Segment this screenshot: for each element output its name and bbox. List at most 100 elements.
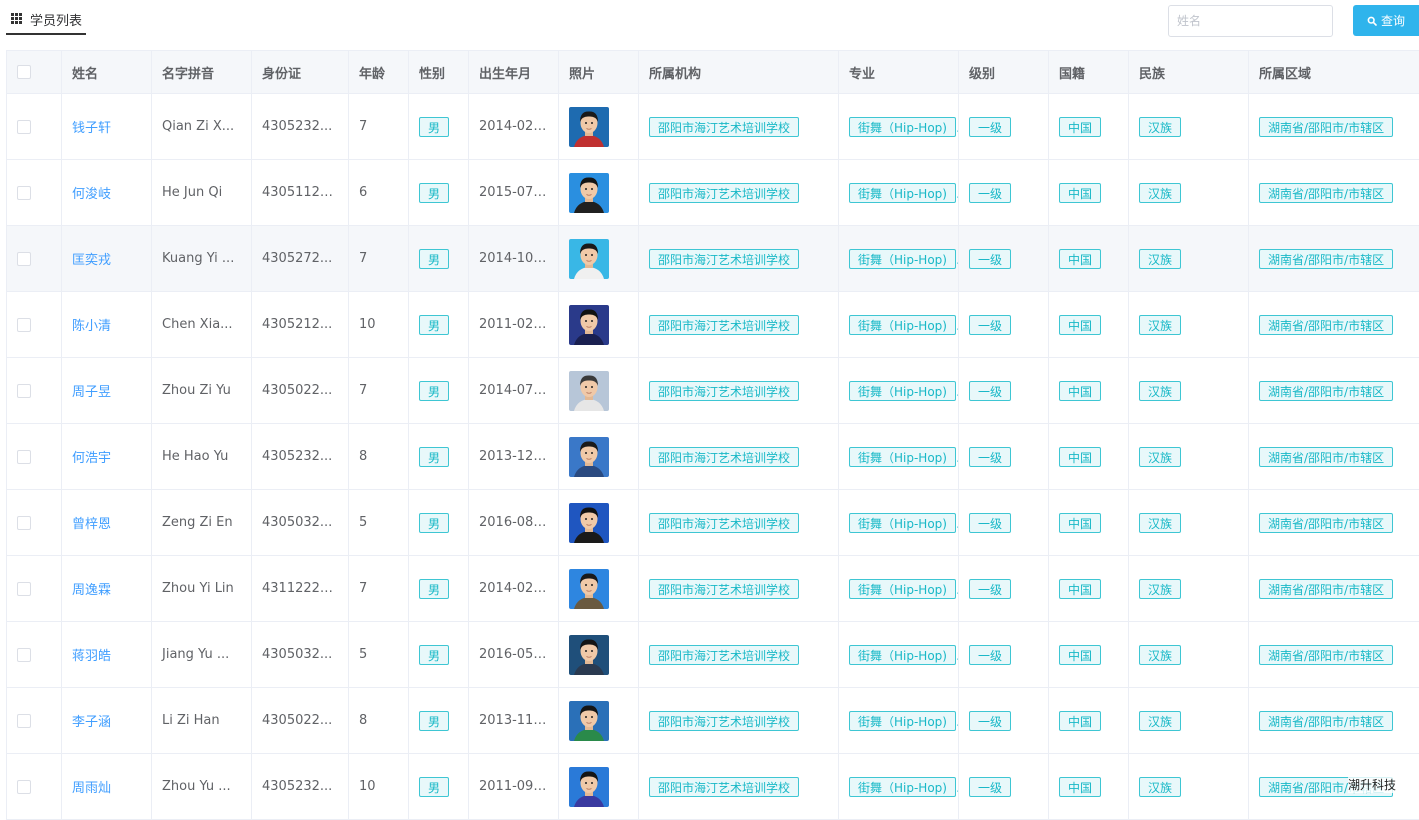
query-button[interactable]: 查询 <box>1353 5 1419 36</box>
student-photo[interactable] <box>569 239 609 279</box>
table-row[interactable]: 周雨灿Zhou Yu ...4305232...10男2011-09-26邵阳市… <box>7 754 1419 820</box>
table-row[interactable]: 蒋羽皓Jiang Yu ...4305032...5男2016-05-04邵阳市… <box>7 622 1419 688</box>
gender-tag: 男 <box>419 777 449 797</box>
name-search-input[interactable] <box>1168 5 1333 37</box>
table-row[interactable]: 匡奕戎Kuang Yi ...4305272...7男2014-10-17邵阳市… <box>7 226 1419 292</box>
birth-date-text: 2011-02-03 <box>479 317 555 332</box>
organization-tag: 邵阳市海汀艺术培训学校 <box>649 249 799 269</box>
table-cell: 2011-02-03 <box>469 292 559 358</box>
ethnicity-tag: 汉族 <box>1139 777 1181 797</box>
student-photo[interactable] <box>569 701 609 741</box>
major-tag: 街舞（Hip-Hop) <box>849 513 956 533</box>
table-cell: 4305022... <box>252 358 349 424</box>
student-name-link[interactable]: 匡奕戎 <box>72 253 111 268</box>
table-row[interactable]: 钱子轩Qian Zi X...4305232...7男2014-02-12邵阳市… <box>7 94 1419 160</box>
student-name-link[interactable]: 周雨灿 <box>72 781 111 796</box>
table-row[interactable]: 李子涵Li Zi Han4305022...8男2013-11-20邵阳市海汀艺… <box>7 688 1419 754</box>
table-row[interactable]: 周逸霖Zhou Yi Lin43112220...7男2014-02-28邵阳市… <box>7 556 1419 622</box>
student-name-link[interactable]: 周子昱 <box>72 385 111 400</box>
student-name-link[interactable]: 李子涵 <box>72 715 111 730</box>
row-checkbox[interactable] <box>17 450 31 464</box>
table-cell: 汉族 <box>1129 490 1249 556</box>
organization-tag: 邵阳市海汀艺术培训学校 <box>649 579 799 599</box>
tab-student-list[interactable]: 学员列表 <box>6 0 86 35</box>
student-name-link[interactable]: 何浩宇 <box>72 451 111 466</box>
student-photo[interactable] <box>569 107 609 147</box>
table-cell: 4305022... <box>252 688 349 754</box>
table-cell: 一级 <box>959 358 1049 424</box>
student-photo[interactable] <box>569 437 609 477</box>
student-photo[interactable] <box>569 371 609 411</box>
table-cell <box>7 490 62 556</box>
table-cell <box>559 688 639 754</box>
age-text: 10 <box>359 317 376 332</box>
table-cell: 6 <box>349 160 409 226</box>
table-row[interactable]: 周子昱Zhou Zi Yu4305022...7男2014-07-29邵阳市海汀… <box>7 358 1419 424</box>
table-cell: 邵阳市海汀艺术培训学校 <box>639 94 839 160</box>
student-photo[interactable] <box>569 569 609 609</box>
row-checkbox[interactable] <box>17 384 31 398</box>
table-cell: 43112220... <box>252 556 349 622</box>
student-table: 姓名 名字拼音 身份证 年龄 性别 出生年月 照片 所属机构 专业 级别 国籍 … <box>6 50 1419 820</box>
table-cell: 湖南省/邵阳市/市辖区 <box>1249 160 1419 226</box>
student-name-link[interactable]: 蒋羽皓 <box>72 649 111 664</box>
age-text: 8 <box>359 713 367 728</box>
table-cell <box>559 754 639 820</box>
row-checkbox[interactable] <box>17 186 31 200</box>
watermark: 潮升科技 <box>1348 776 1396 793</box>
select-all-checkbox[interactable] <box>17 65 31 79</box>
row-checkbox[interactable] <box>17 252 31 266</box>
table-row[interactable]: 何浚岐He Jun Qi43051120...6男2015-07-02邵阳市海汀… <box>7 160 1419 226</box>
student-photo[interactable] <box>569 635 609 675</box>
pinyin-text: He Jun Qi <box>162 185 222 200</box>
major-tag: 街舞（Hip-Hop) <box>849 579 956 599</box>
organization-tag: 邵阳市海汀艺术培训学校 <box>649 117 799 137</box>
ethnicity-tag: 汉族 <box>1139 183 1181 203</box>
table-cell <box>559 490 639 556</box>
table-cell: 一级 <box>959 754 1049 820</box>
select-all-cell <box>7 51 62 94</box>
table-row[interactable]: 陈小清Chen Xia...4305212...10男2011-02-03邵阳市… <box>7 292 1419 358</box>
row-checkbox[interactable] <box>17 516 31 530</box>
pinyin-text: Zhou Zi Yu <box>162 383 231 398</box>
student-photo[interactable] <box>569 173 609 213</box>
row-checkbox[interactable] <box>17 582 31 596</box>
table-cell <box>7 94 62 160</box>
age-text: 7 <box>359 581 367 596</box>
table-cell: 街舞（Hip-Hop) <box>839 490 959 556</box>
column-header: 国籍 <box>1049 51 1129 94</box>
table-cell <box>559 358 639 424</box>
row-checkbox[interactable] <box>17 780 31 794</box>
student-name-link[interactable]: 何浚岐 <box>72 187 111 202</box>
student-name-link[interactable]: 周逸霖 <box>72 583 111 598</box>
table-cell: 街舞（Hip-Hop) <box>839 556 959 622</box>
query-button-label: 查询 <box>1381 12 1405 29</box>
nationality-tag: 中国 <box>1059 183 1101 203</box>
table-cell: 汉族 <box>1129 424 1249 490</box>
row-checkbox[interactable] <box>17 648 31 662</box>
table-cell: 中国 <box>1049 490 1129 556</box>
table-cell: 邵阳市海汀艺术培训学校 <box>639 556 839 622</box>
pinyin-text: Zhou Yu ... <box>162 779 231 794</box>
student-name-link[interactable]: 钱子轩 <box>72 121 111 136</box>
student-photo[interactable] <box>569 305 609 345</box>
row-checkbox[interactable] <box>17 120 31 134</box>
birth-date-text: 2015-07-02 <box>479 185 555 200</box>
row-checkbox[interactable] <box>17 318 31 332</box>
table-cell: 街舞（Hip-Hop) <box>839 622 959 688</box>
pinyin-text: Li Zi Han <box>162 713 220 728</box>
birth-date-text: 2014-02-12 <box>479 119 555 134</box>
table-cell: 中国 <box>1049 754 1129 820</box>
pinyin-text: Kuang Yi ... <box>162 251 234 266</box>
table-row[interactable]: 何浩宇He Hao Yu4305232...8男2013-12-04邵阳市海汀艺… <box>7 424 1419 490</box>
table-row[interactable]: 曾梓恩Zeng Zi En4305032...5男2016-08-25邵阳市海汀… <box>7 490 1419 556</box>
id-card-text: 4305032... <box>262 647 332 662</box>
student-name-link[interactable]: 陈小清 <box>72 319 111 334</box>
nationality-tag: 中国 <box>1059 645 1101 665</box>
table-cell: 5 <box>349 622 409 688</box>
pinyin-text: He Hao Yu <box>162 449 228 464</box>
table-cell: 7 <box>349 556 409 622</box>
row-checkbox[interactable] <box>17 714 31 728</box>
student-photo[interactable] <box>569 503 609 543</box>
student-name-link[interactable]: 曾梓恩 <box>72 517 111 532</box>
